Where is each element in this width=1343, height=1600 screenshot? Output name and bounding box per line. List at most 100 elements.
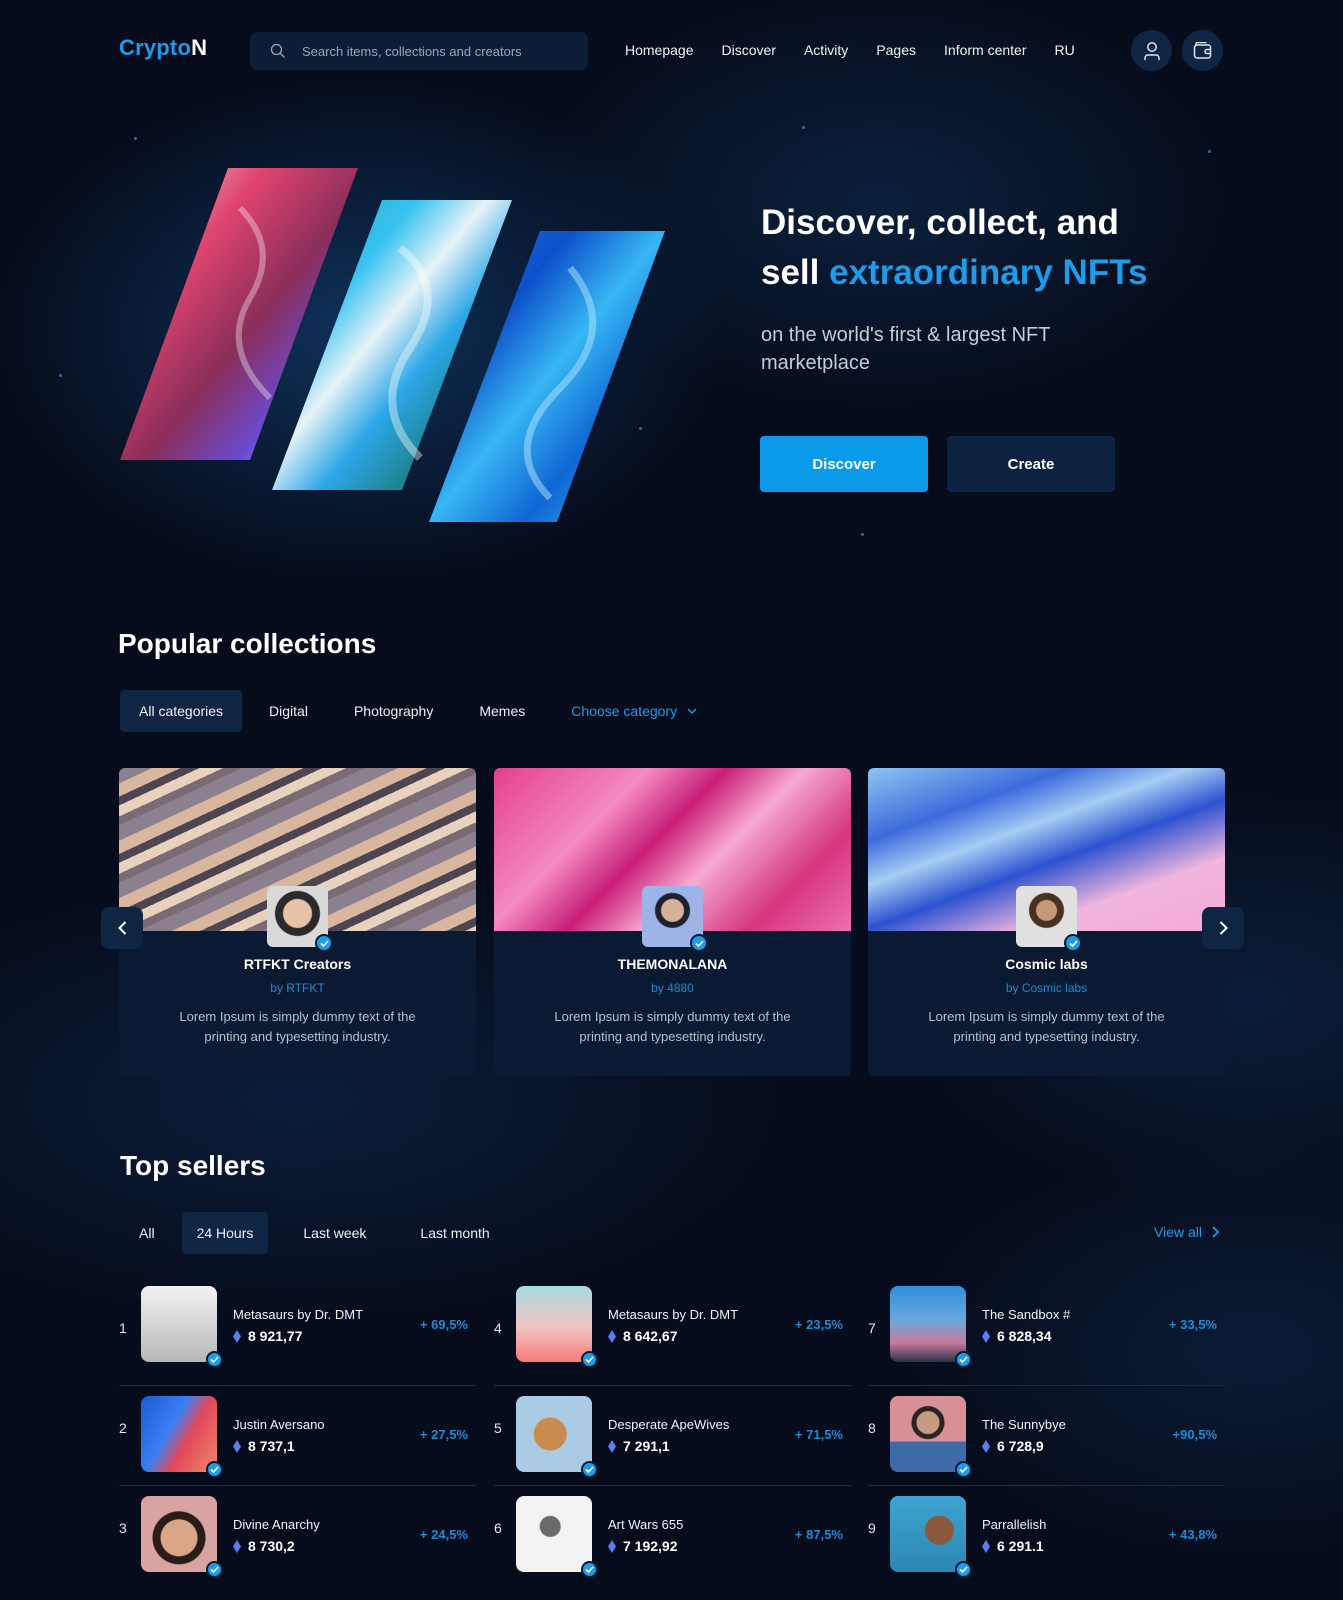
seller-change: + 71,5% xyxy=(794,1427,843,1442)
collection-avatar xyxy=(642,886,708,952)
choose-category-dropdown[interactable]: Choose category xyxy=(552,690,716,732)
collection-author[interactable]: by RTFKT xyxy=(119,981,476,995)
search-bar[interactable] xyxy=(250,32,588,70)
seller-change: + 69,5% xyxy=(419,1317,468,1332)
hero-title-line2-prefix: sell xyxy=(761,253,830,292)
nav-activity[interactable]: Activity xyxy=(804,42,848,58)
seller-row[interactable]: 1 Metasaurs by Dr. DMT 8 921,77 + 69,5% xyxy=(119,1286,476,1386)
verified-badge-icon xyxy=(955,1561,972,1578)
tab-digital[interactable]: Digital xyxy=(250,690,327,732)
seller-rank: 8 xyxy=(868,1420,876,1436)
seller-price: 6 828,34 xyxy=(982,1328,1052,1344)
seller-name: The Sunnybye xyxy=(982,1417,1066,1432)
verified-badge-icon xyxy=(206,1461,223,1478)
ethereum-icon xyxy=(982,1439,990,1453)
collection-author[interactable]: by 4880 xyxy=(494,981,851,995)
seller-row[interactable]: 7 The Sandbox # 6 828,34 + 33,5% xyxy=(868,1286,1225,1386)
tab-24-hours[interactable]: 24 Hours xyxy=(181,1212,269,1254)
nav-inform-center[interactable]: Inform center xyxy=(944,42,1026,58)
chevron-right-icon xyxy=(1212,1226,1219,1238)
ethereum-icon xyxy=(608,1439,616,1453)
star-decoration xyxy=(134,137,137,140)
seller-price-value: 7 291,1 xyxy=(623,1438,670,1454)
tab-memes[interactable]: Memes xyxy=(460,690,544,732)
seller-price: 8 730,2 xyxy=(233,1538,295,1554)
seller-name: Parrallelish xyxy=(982,1517,1047,1532)
seller-change: + 43,8% xyxy=(1168,1527,1217,1542)
tab-last-week[interactable]: Last week xyxy=(284,1212,385,1254)
star-decoration xyxy=(861,533,864,536)
seller-price-value: 6 828,34 xyxy=(997,1328,1052,1344)
seller-price: 6 291.1 xyxy=(982,1538,1044,1554)
seller-rank: 6 xyxy=(494,1520,502,1536)
seller-row[interactable]: 8 The Sunnybye 6 728,9 +90,5% xyxy=(868,1386,1225,1486)
seller-avatar xyxy=(516,1396,598,1478)
seller-rank: 7 xyxy=(868,1320,876,1336)
seller-rank: 3 xyxy=(119,1520,127,1536)
seller-row[interactable]: 6 Art Wars 655 7 192,92 + 87,5% xyxy=(494,1486,851,1586)
seller-avatar xyxy=(516,1496,598,1578)
wallet-button[interactable] xyxy=(1182,30,1223,71)
carousel-prev-button[interactable] xyxy=(101,907,143,949)
profile-button[interactable] xyxy=(1131,30,1172,71)
seller-change: + 87,5% xyxy=(794,1527,843,1542)
collection-author[interactable]: by Cosmic labs xyxy=(868,981,1225,995)
search-input[interactable] xyxy=(302,43,562,59)
tab-photography[interactable]: Photography xyxy=(335,690,452,732)
seller-change: + 24,5% xyxy=(419,1527,468,1542)
tab-last-month[interactable]: Last month xyxy=(401,1212,508,1254)
tab-all[interactable]: All xyxy=(120,1212,174,1254)
seller-price: 7 291,1 xyxy=(608,1438,670,1454)
popular-collections-title: Popular collections xyxy=(118,628,377,659)
star-decoration xyxy=(59,374,62,377)
hero-title-line1: Discover, collect, and xyxy=(761,203,1119,242)
seller-price: 8 737,1 xyxy=(233,1438,295,1454)
logo[interactable]: CryptoN xyxy=(119,35,207,61)
language-switch[interactable]: RU xyxy=(1055,42,1075,58)
period-tabs: All 24 Hours Last week Last month xyxy=(120,1212,509,1254)
ethereum-icon xyxy=(233,1329,241,1343)
seller-row[interactable]: 4 Metasaurs by Dr. DMT 8 642,67 + 23,5% xyxy=(494,1286,851,1386)
seller-price: 8 921,77 xyxy=(233,1328,303,1344)
sellers-column: 7 The Sandbox # 6 828,34 + 33,5% 8 The S… xyxy=(868,1286,1225,1586)
main-nav: Homepage Discover Activity Pages Inform … xyxy=(625,42,1103,58)
seller-row[interactable]: 9 Parrallelish 6 291.1 + 43,8% xyxy=(868,1486,1225,1586)
seller-rank: 4 xyxy=(494,1320,502,1336)
logo-text-primary: Crypto xyxy=(119,35,192,60)
seller-rank: 2 xyxy=(119,1420,127,1436)
seller-row[interactable]: 2 Justin Aversano 8 737,1 + 27,5% xyxy=(119,1386,476,1486)
verified-badge-icon xyxy=(1064,934,1082,952)
user-icon xyxy=(1143,41,1160,60)
choose-category-label: Choose category xyxy=(571,703,678,719)
collection-card[interactable]: THEMONALANA by 4880 Lorem Ipsum is simpl… xyxy=(494,768,851,1076)
collection-avatar xyxy=(267,886,333,952)
hero-title-accent: extraordinary NFTs xyxy=(829,253,1148,292)
seller-price-value: 6 728,9 xyxy=(997,1438,1044,1454)
seller-price-value: 8 921,77 xyxy=(248,1328,303,1344)
view-all-link[interactable]: View all xyxy=(1154,1224,1219,1240)
collection-card[interactable]: RTFKT Creators by RTFKT Lorem Ipsum is s… xyxy=(119,768,476,1076)
seller-avatar xyxy=(141,1286,223,1368)
seller-price-value: 8 737,1 xyxy=(248,1438,295,1454)
nav-pages[interactable]: Pages xyxy=(876,42,916,58)
seller-name: Divine Anarchy xyxy=(233,1517,320,1532)
tab-all-categories[interactable]: All categories xyxy=(120,690,243,732)
discover-button[interactable]: Discover xyxy=(760,436,928,492)
verified-badge-icon xyxy=(581,1351,598,1368)
hero-subtitle: on the world's first & largest NFT marke… xyxy=(761,324,1051,374)
ethereum-icon xyxy=(233,1439,241,1453)
seller-row[interactable]: 3 Divine Anarchy 8 730,2 + 24,5% xyxy=(119,1486,476,1586)
seller-price-value: 8 642,67 xyxy=(623,1328,678,1344)
carousel-next-button[interactable] xyxy=(1202,907,1244,949)
star-decoration xyxy=(802,126,805,129)
collection-card[interactable]: Cosmic labs by Cosmic labs Lorem Ipsum i… xyxy=(868,768,1225,1076)
nav-discover[interactable]: Discover xyxy=(722,42,776,58)
nav-homepage[interactable]: Homepage xyxy=(625,42,694,58)
category-tabs: All categories Digital Photography Memes… xyxy=(120,690,716,732)
seller-row[interactable]: 5 Desperate ApeWives 7 291,1 + 71,5% xyxy=(494,1386,851,1486)
seller-price: 6 728,9 xyxy=(982,1438,1044,1454)
create-button[interactable]: Create xyxy=(947,436,1115,492)
ethereum-icon xyxy=(982,1539,990,1553)
view-all-label: View all xyxy=(1154,1224,1202,1240)
seller-avatar xyxy=(141,1396,223,1478)
